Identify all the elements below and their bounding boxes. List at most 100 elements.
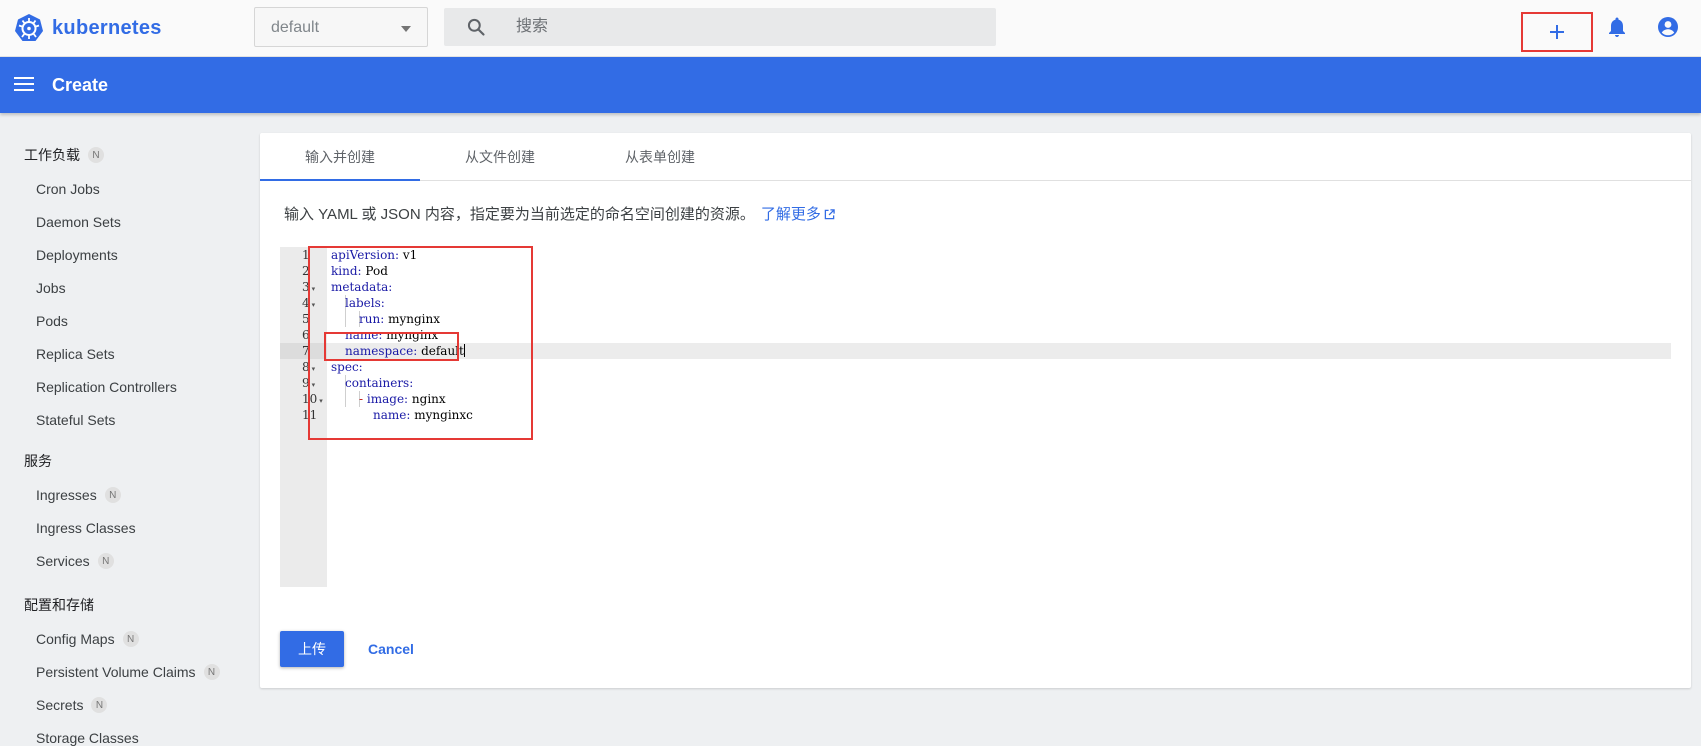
code-line[interactable]: run: mynginx xyxy=(331,311,440,327)
yaml-key: namespace xyxy=(345,344,414,358)
description: 输入 YAML 或 JSON 内容，指定要为当前选定的命名空间创建的资源。 了解更… xyxy=(284,203,835,224)
namespaced-badge: N xyxy=(104,487,121,503)
yaml-colon: : xyxy=(357,264,362,278)
sidebar-item-label: Replica Sets xyxy=(36,346,115,362)
sidebar-item-pods[interactable]: Pods xyxy=(36,313,68,329)
line-number: 1 xyxy=(302,248,326,262)
learn-more-label: 了解更多 xyxy=(760,206,821,223)
tab-label: 输入并创建 xyxy=(305,149,375,165)
yaml-value: mynginxc xyxy=(414,408,473,422)
yaml-key: containers xyxy=(345,376,410,390)
sidebar-item-replica-sets[interactable]: Replica Sets xyxy=(36,346,115,362)
line-number-text: 4 xyxy=(302,296,310,310)
namespaced-badge: N xyxy=(91,697,108,713)
sidebar-section-service[interactable]: 服务 xyxy=(24,451,52,471)
tab-label: 从表单创建 xyxy=(625,149,695,165)
active-line-highlight xyxy=(327,343,1671,359)
yaml-key: image xyxy=(366,392,405,406)
sidebar-section-config-storage[interactable]: 配置和存储 xyxy=(24,595,94,615)
sidebar-item-label: Jobs xyxy=(36,280,66,296)
tab-input-create[interactable]: 输入并创建 xyxy=(260,133,420,181)
sidebar-item-label: Deployments xyxy=(36,247,118,263)
code-line[interactable]: containers: xyxy=(331,375,413,391)
fold-arrow-icon[interactable]: ▾ xyxy=(312,365,316,373)
sidebar-item-services[interactable]: Services N xyxy=(36,553,114,569)
yaml-key: name xyxy=(373,408,407,422)
page-title: Create xyxy=(52,75,109,95)
yaml-key: apiVersion xyxy=(331,248,396,262)
yaml-editor[interactable]: 1 2 3 ▾ 4 ▾ 5 6 7 8 ▾ 9 ▾ 10 ▾ 11 apiVersion: v1 kind: P… xyxy=(280,246,1671,587)
top-bar: kubernetes default xyxy=(0,0,1701,57)
cancel-button[interactable]: Cancel xyxy=(360,631,422,667)
search-icon xyxy=(467,18,485,36)
line-number-text: 7 xyxy=(302,344,310,358)
learn-more-link[interactable]: 了解更多 xyxy=(761,206,835,223)
tab-file-create[interactable]: 从文件创建 xyxy=(420,133,580,181)
yaml-key: run xyxy=(359,312,381,326)
line-number: 8 ▾ xyxy=(302,360,326,374)
sidebar-item-ingresses[interactable]: Ingresses N xyxy=(36,487,121,503)
code-line[interactable]: name: mynginxc xyxy=(331,407,473,423)
line-number: 9 ▾ xyxy=(302,376,326,390)
bell-icon[interactable] xyxy=(1605,15,1629,39)
sidebar-item-replication-controllers[interactable]: Replication Controllers xyxy=(36,379,177,395)
sidebar-item-cron-jobs[interactable]: Cron Jobs xyxy=(36,181,100,197)
sidebar: 工作负载 N Cron Jobs Daemon Sets Deployments… xyxy=(0,113,245,746)
sidebar-item-ingress-classes[interactable]: Ingress Classes xyxy=(36,520,136,536)
code-line[interactable]: - image: nginx xyxy=(331,391,446,407)
code-line[interactable]: labels: xyxy=(331,295,385,311)
sidebar-item-deployments[interactable]: Deployments xyxy=(36,247,118,263)
sidebar-item-jobs[interactable]: Jobs xyxy=(36,280,66,296)
code-line[interactable]: spec: xyxy=(331,359,363,375)
logo[interactable]: kubernetes xyxy=(14,13,162,43)
namespaced-badge: N xyxy=(122,631,139,647)
sidebar-item-persistent-volume-claims[interactable]: Persistent Volume Claims N xyxy=(36,664,220,680)
line-number-text: 6 xyxy=(302,328,310,342)
sidebar-item-label: Services xyxy=(36,553,90,569)
sidebar-item-config-maps[interactable]: Config Maps N xyxy=(36,631,139,647)
yaml-value: default xyxy=(421,344,464,358)
code-line[interactable]: name: mynginx xyxy=(331,327,438,343)
line-number: 7 xyxy=(302,344,326,358)
yaml-dash: - xyxy=(359,392,364,406)
fold-arrow-icon[interactable]: ▾ xyxy=(312,285,316,293)
create-button[interactable] xyxy=(1521,12,1593,52)
sidebar-item-daemon-sets[interactable]: Daemon Sets xyxy=(36,214,121,230)
search-input[interactable] xyxy=(516,8,976,46)
namespace-select[interactable]: default xyxy=(254,7,428,47)
code-line[interactable]: kind: Pod xyxy=(331,263,388,279)
code-line[interactable]: metadata: xyxy=(331,279,392,295)
yaml-value: mynginx xyxy=(386,328,439,342)
sidebar-item-secrets[interactable]: Secrets N xyxy=(36,697,108,713)
line-number-text: 3 xyxy=(302,280,310,294)
yaml-colon: : xyxy=(409,376,414,390)
sidebar-section-workloads[interactable]: 工作负载 N xyxy=(24,145,104,165)
create-card: 输入并创建 从文件创建 从表单创建 输入 YAML 或 JSON 内容，指定要为… xyxy=(260,133,1691,688)
line-number: 10 ▾ xyxy=(302,392,326,406)
yaml-key: metadata xyxy=(331,280,389,294)
line-number-text: 1 xyxy=(302,248,310,262)
line-number: 11 xyxy=(302,408,326,422)
fold-arrow-icon[interactable]: ▾ xyxy=(312,301,316,309)
sidebar-item-stateful-sets[interactable]: Stateful Sets xyxy=(36,412,115,428)
code-line[interactable]: namespace: default xyxy=(331,343,465,359)
upload-button[interactable]: 上传 xyxy=(280,631,344,667)
line-number-text: 10 xyxy=(302,392,318,406)
plus-icon xyxy=(1550,25,1564,39)
sidebar-item-storage-classes[interactable]: Storage Classes xyxy=(36,730,139,746)
sidebar-item-label: Ingresses xyxy=(36,487,97,503)
menu-icon[interactable] xyxy=(14,73,36,97)
sidebar-item-label: Pods xyxy=(36,313,68,329)
code-line[interactable]: apiVersion: v1 xyxy=(331,247,417,263)
fold-arrow-icon[interactable]: ▾ xyxy=(319,397,323,405)
namespace-value: default xyxy=(271,19,320,36)
line-number: 4 ▾ xyxy=(302,296,326,310)
sidebar-item-label: Storage Classes xyxy=(36,730,139,746)
chevron-down-icon xyxy=(401,26,411,32)
account-icon[interactable] xyxy=(1656,15,1680,39)
tab-form-create[interactable]: 从表单创建 xyxy=(580,133,740,181)
yaml-colon: : xyxy=(395,248,400,262)
fold-arrow-icon[interactable]: ▾ xyxy=(312,381,316,389)
external-link-icon xyxy=(824,209,835,220)
yaml-key: labels xyxy=(345,296,381,310)
